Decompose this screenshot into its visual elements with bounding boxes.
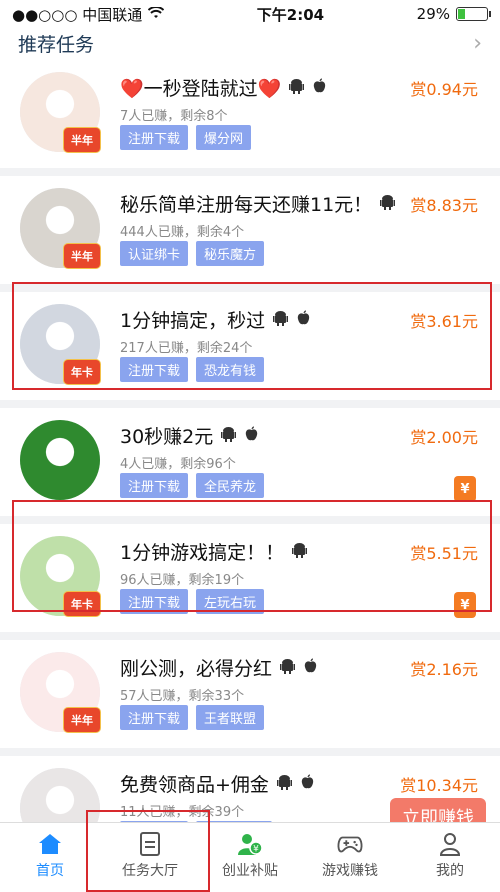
tab-gamepad[interactable]: 游戏赚钱 [300,823,400,889]
task-title: 免费领商品+佣金 [120,774,269,796]
tab-label: 首页 [36,863,64,879]
task-tag[interactable]: 全民养龙 [196,473,265,498]
task-tag[interactable]: 王者联盟 [196,705,265,730]
battery-percent: 29% [416,5,450,23]
wifi-icon [148,5,165,23]
section-header: 推荐任务 › [0,28,500,58]
task-row[interactable]: 半年 ❤️一秒登陆就过❤️ 7人已赚，剩余8个 注册下载 爆分网 赏0.94元 [0,60,500,176]
task-title-line: 免费领商品+佣金 [120,770,315,797]
task-reward: 赏8.83元 [410,196,478,215]
android-icon [289,78,305,98]
svg-text:¥: ¥ [253,845,259,855]
bottom-tab-bar: 首页 任务大厅 ¥ 创业补贴 游戏赚钱 我的 [0,822,500,889]
task-title: 刚公测，必得分红 [120,658,273,680]
task-reward: 赏2.16元 [410,660,478,679]
task-title-line: ❤️一秒登陆就过❤️ [120,74,327,101]
android-icon [380,194,396,214]
tab-profile[interactable]: 我的 [400,823,500,889]
card-badge: 半年 [64,128,100,152]
card-badge: 半年 [64,244,100,268]
task-tag[interactable]: 注册下载 [120,125,189,150]
tab-startup-subsidy[interactable]: ¥ 创业补贴 [200,823,300,889]
task-tag[interactable]: 注册下载 [120,705,189,730]
apple-icon [303,658,318,678]
startup-subsidy-icon: ¥ [237,832,263,856]
task-meta: 4人已赚，剩余96个 [120,457,236,472]
card-badge: 半年 [64,708,100,732]
task-avatar [20,420,100,500]
task-reward: 赏10.34元 [400,776,478,795]
android-icon [221,426,237,446]
android-icon [280,658,296,678]
task-tag[interactable]: 认证绑卡 [120,241,189,266]
carrier-label: ●●○○○ 中国联通 [12,5,143,24]
task-reward: 赏0.94元 [410,80,478,99]
task-reward: 赏2.00元 [410,428,478,447]
task-meta: 57人已赚，剩余33个 [120,689,245,704]
task-tags: 认证绑卡 秘乐魔方 [120,241,265,266]
task-title-line: 30秒赚2元 [120,422,259,449]
chevron-right-icon[interactable]: › [473,31,482,56]
home-icon [37,832,63,856]
carrier: ●●○○○ 中国联通 [12,4,165,25]
battery-status: 29% [416,5,491,23]
task-tag[interactable]: 爆分网 [196,125,252,150]
highlight-box [12,500,492,612]
highlight-box [12,282,492,390]
task-tag[interactable]: 注册下载 [120,473,189,498]
profile-icon [437,832,463,856]
apple-icon [300,774,315,794]
tab-label: 我的 [436,863,464,879]
section-title: 推荐任务 [18,33,95,56]
tab-home[interactable]: 首页 [0,823,100,889]
status-time: 下午2:04 [256,5,325,24]
task-tags: 注册下载 全民养龙 [120,473,265,498]
task-title-line: 秘乐简单注册每天还赚11元！ [120,190,396,217]
task-row[interactable]: 半年 刚公测，必得分红 57人已赚，剩余33个 注册下载 王者联盟 赏2.16元 [0,640,500,756]
task-tags: 注册下载 爆分网 [120,125,252,150]
highlight-box [86,810,210,892]
task-title: 30秒赚2元 [120,426,214,448]
apple-icon [312,78,327,98]
android-icon [276,774,292,794]
battery-icon [456,7,491,21]
task-tag[interactable]: 秘乐魔方 [196,241,265,266]
wallet-icon[interactable]: ¥ [454,476,476,502]
tab-label: 创业补贴 [222,863,278,879]
task-title: 秘乐简单注册每天还赚11元！ [120,194,373,216]
task-meta: 444人已赚，剩余4个 [120,225,245,240]
task-row[interactable]: 半年 秘乐简单注册每天还赚11元！ 444人已赚，剩余4个 认证绑卡 秘乐魔方 赏8.83… [0,176,500,292]
task-tags: 注册下载 王者联盟 [120,705,265,730]
task-title-line: 刚公测，必得分红 [120,654,318,681]
tab-label: 游戏赚钱 [322,863,378,879]
gamepad-icon [337,832,363,856]
task-meta: 7人已赚，剩余8个 [120,109,228,124]
task-title: ❤️一秒登陆就过❤️ [120,78,282,100]
apple-icon [244,426,259,446]
status-bar: ●●○○○ 中国联通 下午2:04 29% [0,0,500,28]
task-list: 半年 ❤️一秒登陆就过❤️ 7人已赚，剩余8个 注册下载 爆分网 赏0.94元 半年 秘乐简单… [0,60,500,872]
